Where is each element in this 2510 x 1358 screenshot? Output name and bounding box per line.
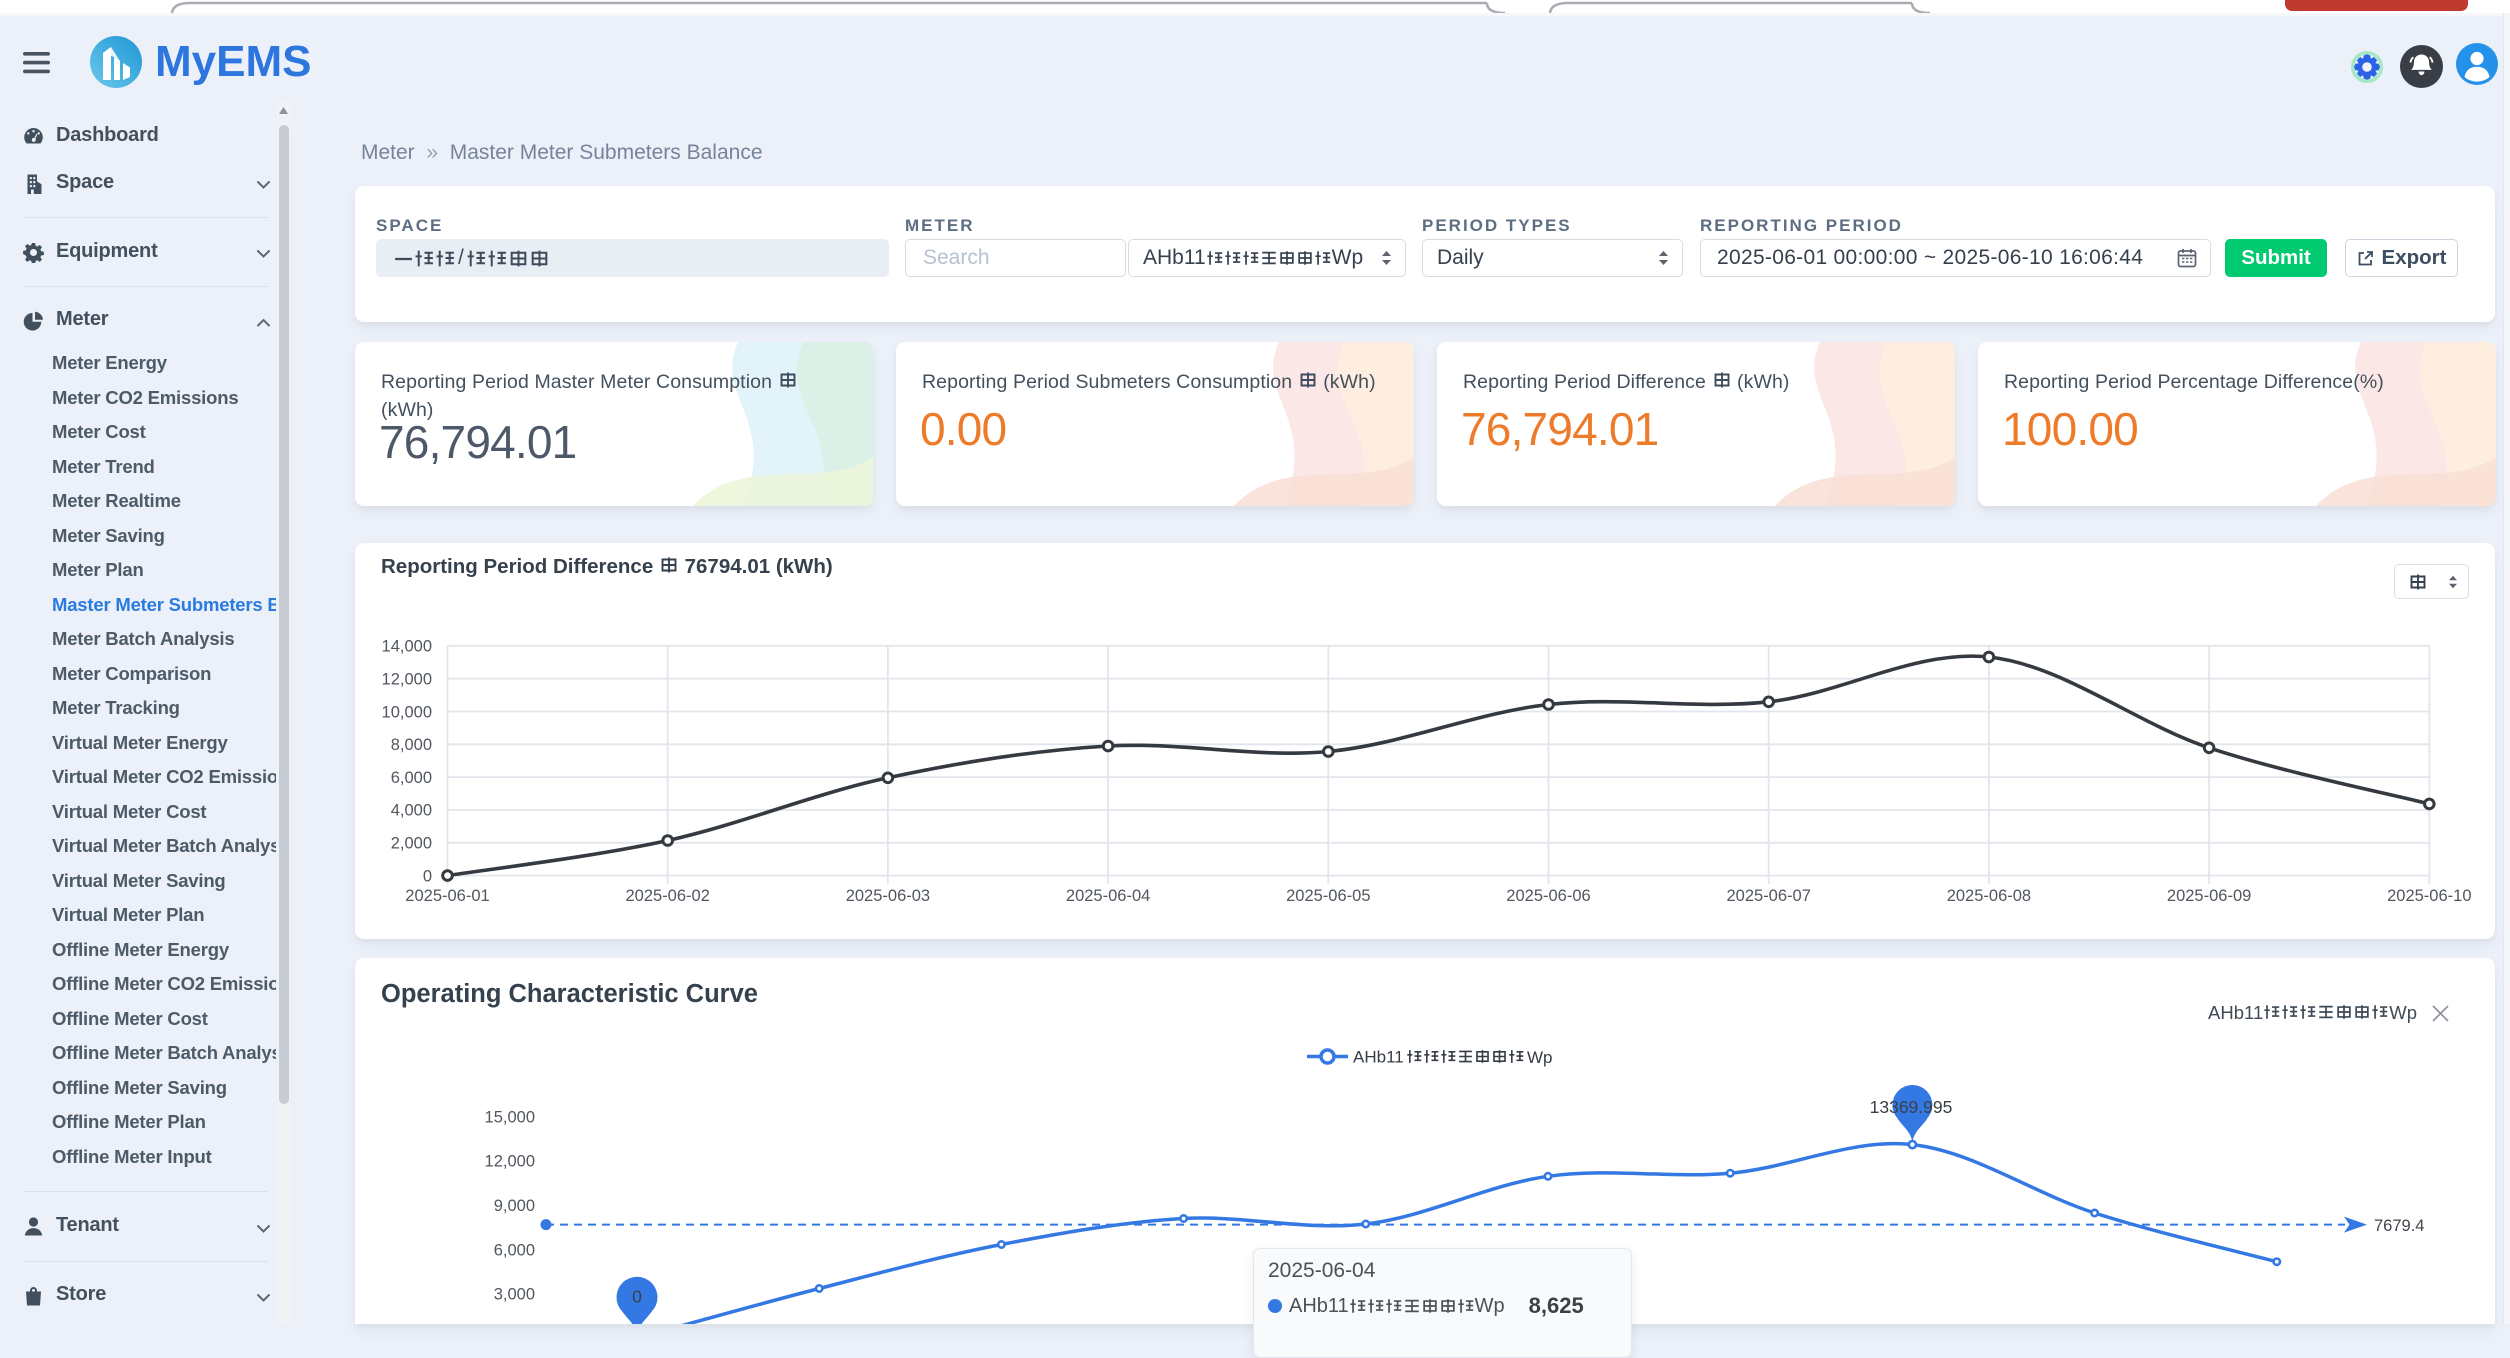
svg-text:13369.995: 13369.995 (1870, 1097, 1953, 1117)
svg-text:6,000: 6,000 (494, 1241, 535, 1259)
svg-text:3,000: 3,000 (494, 1286, 535, 1304)
svg-text:14,000: 14,000 (382, 638, 432, 656)
svg-text:0: 0 (632, 1287, 642, 1307)
svg-text:2025-06-08: 2025-06-08 (1947, 887, 2031, 905)
svg-text:6,000: 6,000 (391, 769, 432, 787)
svg-text:8,000: 8,000 (391, 736, 432, 754)
svg-text:10,000: 10,000 (382, 703, 432, 721)
svg-text:4,000: 4,000 (391, 802, 432, 820)
svg-text:2025-06-03: 2025-06-03 (846, 887, 930, 905)
svg-text:2025-06-07: 2025-06-07 (1726, 887, 1810, 905)
svg-text:12,000: 12,000 (485, 1153, 535, 1171)
svg-text:2025-06-04: 2025-06-04 (1066, 887, 1150, 905)
svg-text:0: 0 (423, 867, 432, 885)
svg-text:2025-06-10: 2025-06-10 (2387, 887, 2471, 905)
svg-text:2025-06-05: 2025-06-05 (1286, 887, 1370, 905)
svg-text:AHb11: AHb11 (1353, 1048, 1404, 1067)
svg-text:2025-06-09: 2025-06-09 (2167, 887, 2251, 905)
svg-text:9,000: 9,000 (494, 1197, 535, 1215)
svg-text:2025-06-06: 2025-06-06 (1506, 887, 1590, 905)
svg-text:15,000: 15,000 (485, 1108, 535, 1126)
svg-text:7679.4: 7679.4 (2374, 1217, 2424, 1235)
svg-text:2,000: 2,000 (391, 835, 432, 853)
svg-text:2025-06-01: 2025-06-01 (405, 887, 489, 905)
svg-text:2025-06-02: 2025-06-02 (625, 887, 709, 905)
svg-text:12,000: 12,000 (382, 670, 432, 688)
